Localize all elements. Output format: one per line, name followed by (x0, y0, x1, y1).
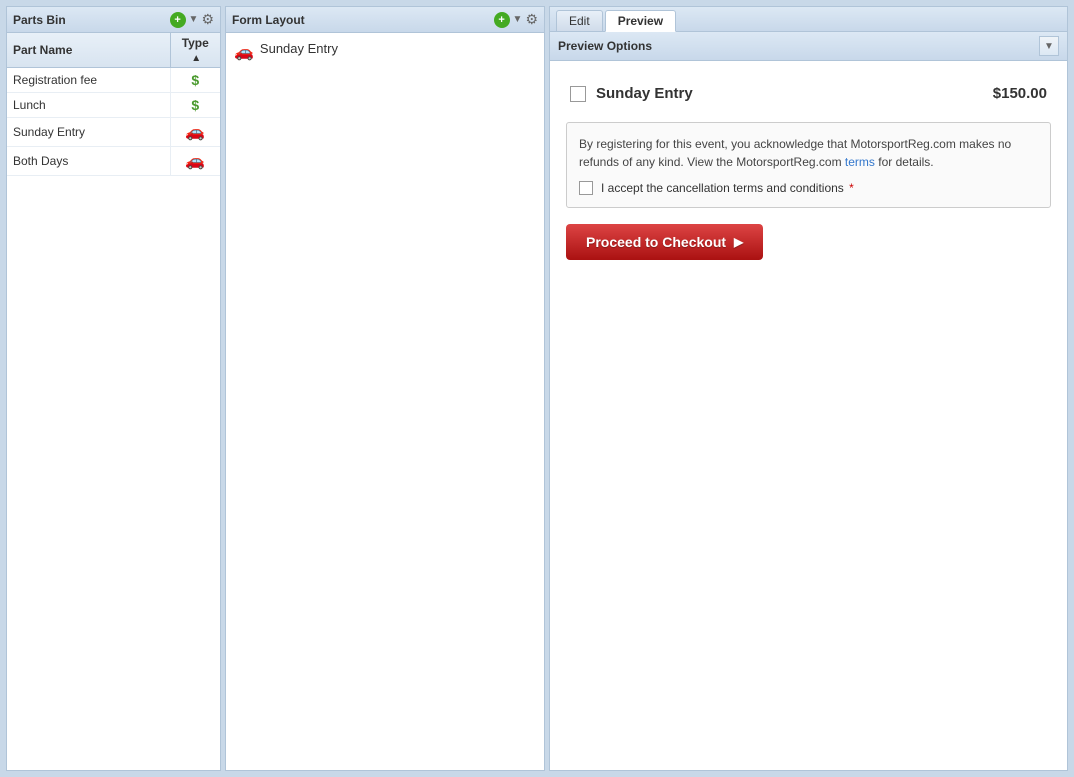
col-part-name[interactable]: Part Name (7, 33, 170, 68)
parts-bin-title: Parts Bin (13, 13, 66, 27)
terms-link[interactable]: terms (845, 155, 878, 169)
preview-options-toggle[interactable]: ▼ (1039, 36, 1059, 56)
form-layout-settings-icon[interactable]: ⚙ (525, 11, 538, 28)
tab-preview[interactable]: Preview (605, 10, 676, 32)
preview-panel: Edit Preview Preview Options ▼ Sunday En… (549, 6, 1068, 771)
form-layout-content: 🚗 Sunday Entry (226, 33, 544, 70)
preview-tabs: Edit Preview (550, 7, 1067, 32)
car-icon: 🚗 (185, 124, 205, 141)
col-type[interactable]: Type ▲ (170, 33, 220, 68)
table-row[interactable]: Both Days 🚗 (7, 147, 220, 176)
dollar-icon: $ (191, 97, 199, 113)
part-type-cell: $ (170, 68, 220, 93)
form-layout-actions: + ▼ ⚙ (494, 11, 538, 28)
main-container: Parts Bin + ▼ ⚙ Part Name Type ▲ (0, 0, 1074, 777)
checkout-arrow-icon: ▶ (734, 235, 743, 249)
part-name-cell: Sunday Entry (7, 118, 170, 147)
terms-accept-checkbox[interactable] (579, 181, 593, 195)
form-item-car-icon: 🚗 (234, 42, 254, 62)
table-row[interactable]: Lunch $ (7, 93, 220, 118)
checkout-button-label: Proceed to Checkout (586, 234, 726, 250)
parts-bin-add-button[interactable]: + (170, 12, 186, 28)
preview-options-bar: Preview Options ▼ (550, 32, 1067, 61)
part-type-cell: 🚗 (170, 147, 220, 176)
table-row[interactable]: Registration fee $ (7, 68, 220, 93)
part-type-cell: 🚗 (170, 118, 220, 147)
terms-accept-row: I accept the cancellation terms and cond… (579, 181, 1038, 195)
part-name-cell: Registration fee (7, 68, 170, 93)
preview-options-label: Preview Options (558, 39, 652, 53)
preview-content: Sunday Entry $150.00 By registering for … (550, 61, 1067, 770)
sort-arrow: ▲ (191, 53, 201, 64)
part-name-cell: Both Days (7, 147, 170, 176)
form-layout-header: Form Layout + ▼ ⚙ (226, 7, 544, 33)
parts-bin-add-dropdown[interactable]: ▼ (189, 14, 199, 25)
required-star: * (849, 181, 854, 195)
parts-bin-actions: + ▼ ⚙ (170, 11, 214, 28)
part-name-cell: Lunch (7, 93, 170, 118)
tab-edit[interactable]: Edit (556, 10, 603, 31)
part-type-cell: $ (170, 93, 220, 118)
entry-row: Sunday Entry $150.00 (566, 77, 1051, 110)
parts-table: Part Name Type ▲ Registration fee $ Lun (7, 33, 220, 176)
parts-bin-settings-icon[interactable]: ⚙ (201, 11, 214, 28)
entry-checkbox[interactable] (570, 86, 586, 102)
form-layout-title: Form Layout (232, 13, 305, 27)
car-icon: 🚗 (185, 153, 205, 170)
form-item-label: Sunday Entry (260, 41, 338, 56)
terms-text: By registering for this event, you ackno… (579, 135, 1038, 171)
entry-price: $150.00 (993, 85, 1047, 102)
dollar-icon: $ (191, 72, 199, 88)
terms-accept-label: I accept the cancellation terms and cond… (601, 181, 854, 195)
form-layout-add-dropdown[interactable]: ▼ (513, 14, 523, 25)
parts-bin-panel: Parts Bin + ▼ ⚙ Part Name Type ▲ (6, 6, 221, 771)
table-row[interactable]: Sunday Entry 🚗 (7, 118, 220, 147)
entry-name: Sunday Entry (596, 85, 993, 102)
checkout-button[interactable]: Proceed to Checkout ▶ (566, 224, 763, 260)
terms-box: By registering for this event, you ackno… (566, 122, 1051, 208)
form-layout-add-button[interactable]: + (494, 12, 510, 28)
parts-bin-header: Parts Bin + ▼ ⚙ (7, 7, 220, 33)
form-layout-panel: Form Layout + ▼ ⚙ 🚗 Sunday Entry (225, 6, 545, 771)
